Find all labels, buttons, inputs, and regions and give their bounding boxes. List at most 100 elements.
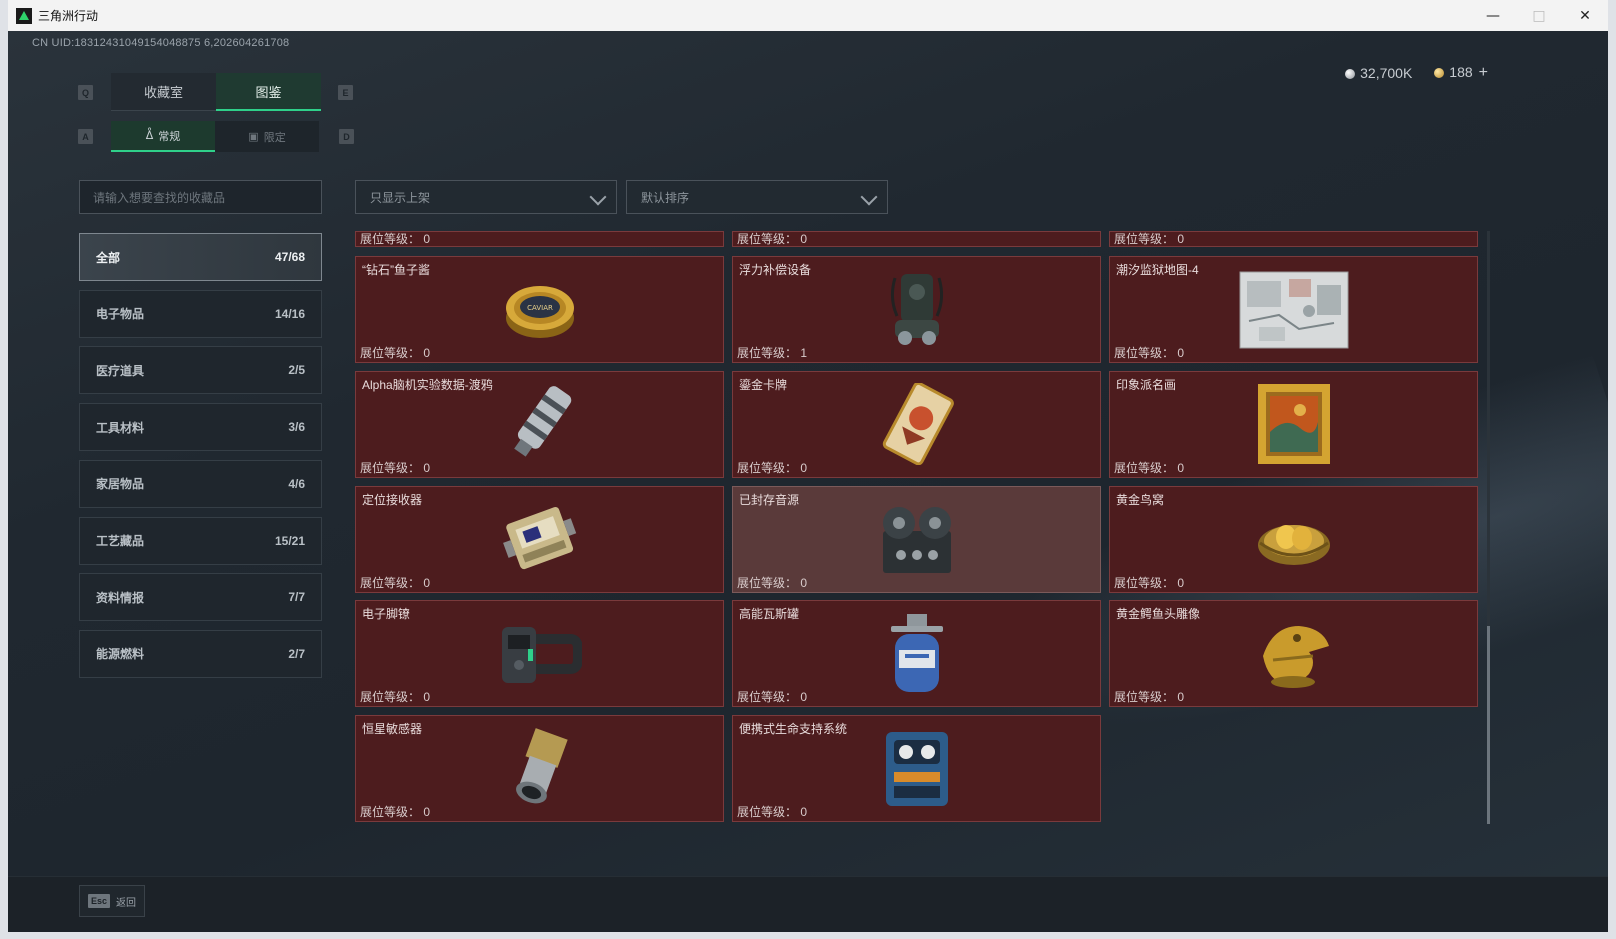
- item-card[interactable]: 黄金鸟窝 展位等级： 0: [1109, 485, 1478, 593]
- booth-level-label: 展位等级：: [737, 690, 798, 705]
- booth-level-label: 展位等级：: [737, 575, 798, 590]
- svg-text:CAVIAR: CAVIAR: [527, 304, 553, 312]
- category-count: 3/6: [288, 420, 305, 435]
- silver-currency: 32,700K: [1345, 65, 1412, 81]
- chevron-down-icon: [860, 188, 878, 206]
- star-sensor-icon: [502, 727, 578, 810]
- window-title: 三角洲行动: [38, 9, 99, 23]
- chevron-down-icon: [589, 188, 607, 206]
- item-card[interactable]: 便携式生命支持系统 展位等级： 0: [732, 715, 1101, 823]
- gold-currency: 188 +: [1434, 64, 1488, 82]
- item-card[interactable]: 印象派名画 展位等级： 0: [1109, 370, 1478, 478]
- key-hint-a: A: [78, 129, 93, 144]
- booth-level-label: 展位等级：: [737, 460, 798, 475]
- booth-level: 展位等级： 0: [360, 803, 430, 820]
- category-item[interactable]: 能源燃料 2/7: [79, 629, 322, 678]
- item-card[interactable]: 电子脚镣展位等级： 0: [355, 600, 724, 708]
- booth-level-label: 展位等级：: [1114, 346, 1175, 360]
- booth-level: 展位等级： 0: [737, 803, 807, 820]
- booth-level: 展位等级： 0: [737, 459, 807, 476]
- category-item[interactable]: 工具材料 3/6: [79, 403, 322, 452]
- category-item[interactable]: 家居物品 4/6: [79, 459, 322, 508]
- category-item[interactable]: 工艺藏品 15/21: [79, 516, 322, 565]
- player-uid: CN UID:18312431049154048875 6,2026042617…: [32, 37, 290, 49]
- booth-level: 展位等级： 0: [737, 574, 807, 591]
- maximize-button[interactable]: □: [1516, 0, 1562, 31]
- esc-key-hint: Esc: [88, 894, 111, 908]
- item-name: 恒星敏感器: [362, 722, 423, 737]
- item-card[interactable]: 展位等级： 0: [1109, 231, 1478, 247]
- item-name: 高能瓦斯罐: [739, 607, 800, 622]
- item-name: 印象派名画: [1116, 377, 1177, 392]
- reel-recorder-icon: [877, 501, 957, 577]
- booth-level-value: 0: [423, 575, 431, 590]
- display-filter-value: 只显示上架: [370, 190, 431, 205]
- item-card[interactable]: 黄金鳄鱼头雕像 展位等级： 0: [1109, 600, 1478, 708]
- item-card[interactable]: Alpha脑机实验数据-渡鸦 展位等级： 0: [355, 370, 724, 478]
- sort-dropdown[interactable]: 默认排序: [626, 180, 888, 214]
- booth-level: 展位等级： 0: [360, 574, 430, 591]
- category-label: 电子物品: [96, 307, 145, 322]
- minimize-button[interactable]: —: [1470, 0, 1516, 31]
- item-name: 便携式生命支持系统: [739, 722, 848, 737]
- gas-canister-icon: [885, 612, 949, 696]
- key-hint-d: D: [339, 129, 354, 144]
- scrollbar-thumb[interactable]: [1487, 626, 1490, 824]
- category-count: 47/68: [274, 250, 305, 264]
- booth-level-label: 展位等级：: [1114, 575, 1175, 590]
- crocodile-statue-icon: [1253, 616, 1335, 692]
- booth-level-value: 0: [423, 232, 431, 246]
- item-card[interactable]: “钻石”鱼子酱 CAVIAR 展位等级： 0: [355, 256, 724, 363]
- subtab-limited-label: 限定: [263, 131, 286, 144]
- subtab-limited[interactable]: ▣ 限定: [215, 121, 319, 152]
- data-drive-icon: [505, 379, 575, 469]
- booth-level-label: 展位等级：: [360, 690, 421, 705]
- booth-level-value: 0: [800, 232, 808, 246]
- item-card[interactable]: 展位等级： 0: [355, 231, 724, 247]
- silver-coin-icon: [1345, 69, 1356, 79]
- framed-painting-icon: [1256, 382, 1332, 466]
- booth-level-value: 1: [800, 346, 808, 360]
- item-card[interactable]: 潮汐监狱地图-4 展位等级： 0: [1109, 256, 1478, 363]
- item-name: 电子脚镣: [362, 607, 411, 622]
- category-label: 工具材料: [96, 420, 145, 435]
- booth-level-value: 0: [423, 690, 431, 705]
- category-item[interactable]: 电子物品 14/16: [79, 289, 322, 338]
- ankle-monitor-icon: [498, 619, 582, 689]
- item-card[interactable]: 定位接收器 展位等级： 0: [355, 485, 724, 593]
- close-button[interactable]: ✕: [1562, 0, 1608, 31]
- category-count: 15/21: [274, 533, 305, 548]
- category-count: 4/6: [288, 476, 305, 491]
- title-bar: 三角洲行动 — □ ✕: [8, 0, 1608, 31]
- tab-catalog[interactable]: 图鉴: [216, 73, 321, 111]
- booth-level-label: 展位等级：: [1114, 690, 1175, 705]
- item-card[interactable]: 鎏金卡牌 展位等级： 0: [732, 370, 1101, 478]
- item-card[interactable]: 恒星敏感器展位等级： 0: [355, 715, 724, 823]
- category-item[interactable]: 资料情报 7/7: [79, 573, 322, 622]
- item-card[interactable]: 浮力补偿设备 展位等级： 1: [732, 256, 1101, 363]
- display-filter-dropdown[interactable]: 只显示上架: [355, 180, 617, 214]
- booth-level-value: 0: [800, 805, 808, 820]
- booth-level-value: 0: [1177, 346, 1185, 360]
- booth-level-value: 0: [800, 690, 808, 705]
- item-name: “钻石”鱼子酱: [362, 263, 430, 277]
- sort-value: 默认排序: [641, 190, 690, 205]
- search-input[interactable]: 请输入想要查找的收藏品: [79, 180, 322, 214]
- item-card[interactable]: 高能瓦斯罐展位等级： 0: [732, 600, 1101, 708]
- item-card[interactable]: 已封存音源 展位等级： 0: [732, 485, 1101, 593]
- tab-collection-room[interactable]: 收藏室: [111, 73, 216, 111]
- window-controls: — □ ✕: [1470, 0, 1608, 31]
- grid-scrollbar[interactable]: [1487, 231, 1490, 824]
- category-item[interactable]: 全部 47/68: [79, 233, 322, 281]
- subtab-regular[interactable]: ᐂ 常规: [111, 121, 215, 152]
- currency-bar: 32,700K 188 +: [1345, 64, 1488, 82]
- booth-level-label: 展位等级：: [360, 232, 421, 246]
- category-item[interactable]: 医疗道具 2/5: [79, 346, 322, 395]
- item-card[interactable]: 展位等级： 0: [732, 231, 1101, 247]
- back-label: 返回: [116, 897, 137, 909]
- sub-tabs: ᐂ 常规 ▣ 限定: [111, 121, 319, 152]
- back-button[interactable]: Esc 返回: [79, 885, 145, 917]
- gilded-card-icon: [875, 383, 959, 466]
- category-label: 医疗道具: [96, 363, 145, 378]
- add-currency-button[interactable]: +: [1479, 64, 1488, 81]
